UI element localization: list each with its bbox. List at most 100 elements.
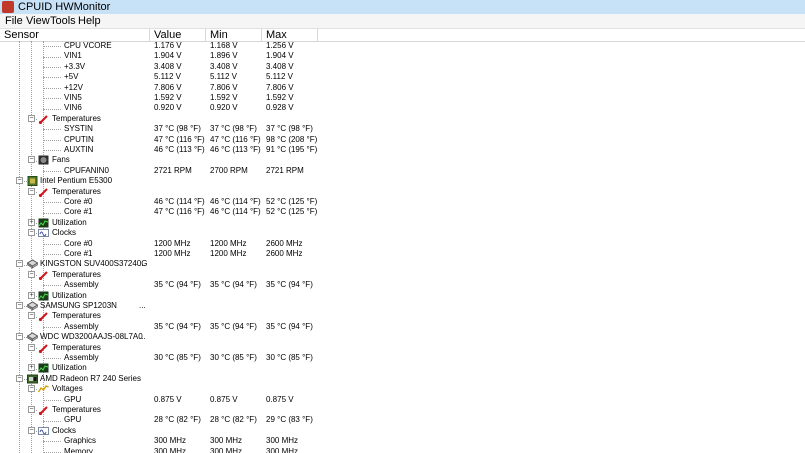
sensor-row[interactable]: +5V 5.112 V 5.112 V 5.112 V — [0, 72, 805, 82]
expand-toggle[interactable]: + — [28, 218, 35, 226]
category-row[interactable]: − Clocks — [0, 426, 805, 436]
sensor-value: 35 °C (94 °F) — [154, 280, 201, 290]
sensor-row[interactable]: Graphics 300 MHz 300 MHz 300 MHz — [0, 436, 805, 446]
expand-toggle[interactable]: + — [28, 291, 35, 299]
sensor-row[interactable]: Core #0 46 °C (114 °F) 46 °C (114 °F) 52 °C… — [0, 197, 805, 207]
sensor-max: 52 °C (125 °F) — [266, 207, 318, 217]
sensor-min: 46 °C (114 °F) — [210, 207, 261, 217]
sensor-label: Utilization — [52, 290, 87, 300]
sensor-row[interactable]: Core #1 47 °C (116 °F) 46 °C (114 °F) 52 °C… — [0, 207, 805, 217]
collapse-toggle[interactable]: − — [16, 333, 23, 341]
collapse-toggle[interactable]: − — [28, 229, 35, 237]
collapse-toggle[interactable]: − — [28, 426, 35, 434]
category-row[interactable]: − Temperatures — [0, 405, 805, 416]
column-min[interactable]: Min — [206, 29, 262, 41]
sensor-min: 300 MHz — [210, 446, 243, 453]
sensor-row[interactable]: Core #1 1200 MHz 1200 MHz 2600 MHz — [0, 249, 805, 259]
collapse-toggle[interactable]: − — [28, 312, 35, 320]
sensor-value: 1200 MHz — [154, 249, 191, 258]
category-row[interactable]: + Utilization — [0, 218, 805, 228]
sensor-min: 7.806 V — [210, 82, 238, 92]
sensor-min: 28 °C (82 °F) — [210, 415, 257, 425]
column-sensor[interactable]: Sensor — [0, 29, 150, 41]
category-row[interactable]: − Fans — [0, 155, 805, 165]
sensor-row[interactable]: AUXTIN 46 °C (113 °F) 46 °C (113 °F) 91 °C … — [0, 145, 805, 155]
category-row[interactable]: − Temperatures — [0, 270, 805, 280]
sensor-max: 1.904 V — [266, 51, 294, 61]
sensor-row[interactable]: VIN6 0.920 V 0.920 V 0.928 V — [0, 103, 805, 113]
device-row[interactable]: − SAMSUNG SP1203N... — [0, 301, 805, 311]
device-row[interactable]: − AMD Radeon R7 240 Series — [0, 374, 805, 384]
sensor-label: Temperatures — [52, 311, 101, 321]
sensor-label: SYSTIN — [64, 124, 93, 134]
sensor-label: Clocks — [52, 228, 77, 238]
sensor-label: CPU VCORE — [64, 41, 112, 50]
sensor-row[interactable]: Assembly 35 °C (94 °F) 35 °C (94 °F) 35 °C … — [0, 322, 805, 332]
sensor-row[interactable]: VIN1 1.904 V 1.896 V 1.904 V — [0, 51, 805, 61]
category-row[interactable]: − Clocks — [0, 228, 805, 238]
device-row[interactable]: − KINGSTON SUV400S37240G... — [0, 259, 805, 269]
column-value[interactable]: Value — [150, 29, 206, 41]
sensor-label: Fans — [52, 155, 70, 165]
sensor-min: 300 MHz — [210, 436, 243, 446]
sensor-row[interactable]: CPUFANIN0 2721 RPM 2700 RPM 2721 RPM — [0, 166, 805, 176]
sensor-row[interactable]: Memory 300 MHz 300 MHz 300 MHz — [0, 447, 805, 453]
sensor-row[interactable]: Assembly 30 °C (85 °F) 30 °C (85 °F) 30 °C … — [0, 353, 805, 363]
category-row[interactable]: + Utilization — [0, 291, 805, 301]
sensor-max: 35 °C (94 °F) — [266, 321, 313, 331]
sensor-value: 30 °C (85 °F) — [154, 353, 201, 362]
sensor-value: 300 MHz — [154, 446, 187, 453]
category-row[interactable]: − Temperatures — [0, 114, 805, 124]
sensor-label: Memory — [64, 446, 93, 453]
device-row[interactable]: − Intel Pentium E5300 — [0, 176, 805, 187]
category-row[interactable]: + Utilization — [0, 363, 805, 373]
sensor-label: AUXTIN — [64, 145, 94, 154]
sensor-label: Core #1 — [64, 249, 93, 258]
category-row[interactable]: − Temperatures — [0, 343, 805, 353]
sensor-row[interactable]: GPU 28 °C (82 °F) 28 °C (82 °F) 29 °C (83 °… — [0, 415, 805, 425]
sensor-row[interactable]: CPUTIN 47 °C (116 °F) 47 °C (116 °F) 98 °C … — [0, 135, 805, 145]
menu-help[interactable]: Help — [78, 14, 101, 28]
category-row[interactable]: − Temperatures — [0, 187, 805, 197]
thermometer-icon — [38, 270, 49, 280]
collapse-toggle[interactable]: − — [16, 177, 23, 185]
sensor-label: Temperatures — [52, 342, 101, 352]
sensor-row[interactable]: Assembly 35 °C (94 °F) 35 °C (94 °F) 35 °C … — [0, 280, 805, 290]
category-row[interactable]: − Voltages — [0, 384, 805, 394]
category-row[interactable]: − Temperatures — [0, 311, 805, 322]
menu-tools[interactable]: Tools — [50, 14, 76, 28]
sensor-label: Graphics — [64, 436, 97, 446]
sensor-tree[interactable]: CPU VCORE 1.176 V 1.168 V 1.256 V VIN1 1.904 … — [0, 41, 805, 453]
sensor-row[interactable]: +12V 7.806 V 7.806 V 7.806 V — [0, 83, 805, 93]
sensor-value: 35 °C (94 °F) — [154, 321, 201, 331]
sensor-row[interactable]: Core #0 1200 MHz 1200 MHz 2600 MHz — [0, 239, 805, 249]
sensor-label: Core #0 — [64, 197, 93, 206]
collapse-toggle[interactable]: − — [28, 156, 35, 164]
sensor-label: +3.3V — [64, 61, 86, 71]
collapse-toggle[interactable]: − — [28, 114, 35, 122]
sensor-min: 0.920 V — [210, 103, 238, 113]
collapse-toggle[interactable]: − — [16, 302, 23, 309]
sensor-row[interactable]: GPU 0.875 V 0.875 V 0.875 V — [0, 395, 805, 405]
collapse-toggle[interactable]: − — [28, 343, 35, 351]
collapse-toggle[interactable]: − — [28, 187, 35, 195]
menu-view[interactable]: View — [26, 14, 50, 28]
sensor-min: 0.875 V — [210, 394, 238, 404]
sensor-min: 35 °C (94 °F) — [210, 321, 257, 331]
menu-file[interactable]: File — [5, 14, 23, 28]
device-row[interactable]: − WDC WD3200AAJS-08L7A0... — [0, 332, 805, 342]
sensor-row[interactable]: +3.3V 3.408 V 3.408 V 3.408 V — [0, 62, 805, 72]
sensor-value: 1200 MHz — [154, 238, 191, 248]
collapse-toggle[interactable]: − — [28, 406, 35, 413]
sensor-min: 5.112 V — [210, 72, 237, 82]
collapse-toggle[interactable]: − — [28, 270, 35, 278]
expand-toggle[interactable]: + — [28, 364, 35, 372]
collapse-toggle[interactable]: − — [16, 374, 23, 382]
collapse-toggle[interactable]: − — [28, 385, 35, 393]
sensor-row[interactable]: VIN5 1.592 V 1.592 V 1.592 V — [0, 93, 805, 103]
sensor-value: 1.176 V — [154, 41, 182, 50]
collapse-toggle[interactable]: − — [16, 260, 23, 268]
column-max[interactable]: Max — [262, 29, 318, 41]
sensor-row[interactable]: SYSTIN 37 °C (98 °F) 37 °C (98 °F) 37 °C (9… — [0, 124, 805, 134]
sensor-row[interactable]: CPU VCORE 1.176 V 1.168 V 1.256 V — [0, 41, 805, 51]
